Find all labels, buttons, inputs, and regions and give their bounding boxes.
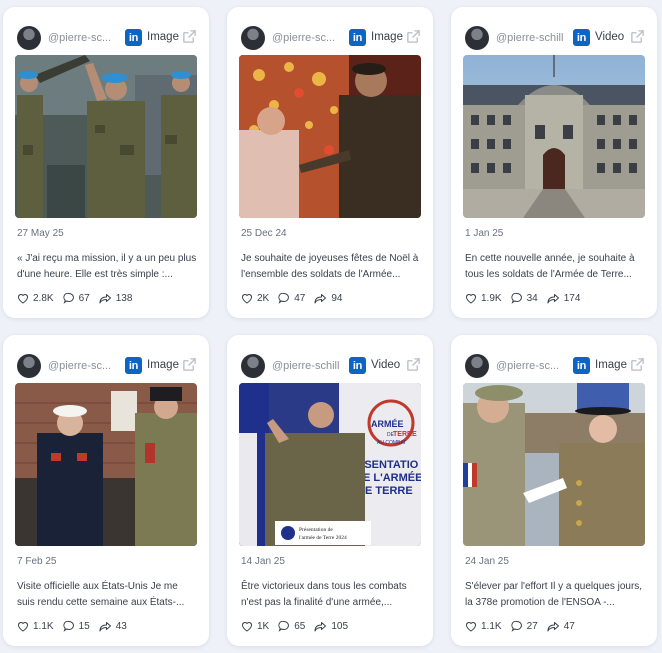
external-link-icon[interactable] bbox=[182, 29, 197, 44]
post-date: 1 Jan 25 bbox=[465, 228, 504, 239]
comment-bubble-icon bbox=[62, 620, 74, 632]
author-handle: @pierre-sc... bbox=[496, 360, 560, 372]
shares-count: 47 bbox=[563, 620, 575, 632]
comment-bubble-icon bbox=[278, 620, 290, 632]
heart-icon bbox=[17, 293, 29, 304]
post-card[interactable]: @pierre-sc... in Image 25 Dec 24 Je souh… bbox=[227, 7, 433, 318]
post-excerpt: Visite officielle aux États-Unis Je me s… bbox=[17, 581, 185, 608]
shares-count: 105 bbox=[331, 620, 349, 632]
video-caption-1: Présentation de bbox=[299, 527, 333, 533]
linkedin-icon: in bbox=[349, 29, 366, 46]
post-image[interactable] bbox=[239, 55, 421, 218]
avatar bbox=[17, 354, 41, 378]
shares-count: 43 bbox=[115, 620, 127, 632]
post-type-label: Image bbox=[147, 359, 179, 371]
comments-count: 34 bbox=[526, 292, 538, 304]
post-type-label: Video bbox=[371, 359, 401, 371]
linkedin-icon: in bbox=[573, 29, 590, 46]
post-date: 24 Jan 25 bbox=[465, 556, 509, 567]
author-handle: @pierre-schill bbox=[272, 360, 340, 372]
comments-count: 65 bbox=[294, 620, 306, 632]
comment-bubble-icon bbox=[62, 292, 74, 304]
linkedin-icon: in bbox=[349, 357, 366, 374]
heart-icon bbox=[241, 621, 253, 632]
post-excerpt: « J'ai reçu ma mission, il y a un peu pl… bbox=[17, 253, 197, 280]
avatar bbox=[241, 354, 265, 378]
post-date: 27 May 25 bbox=[17, 228, 64, 239]
post-date: 25 Dec 24 bbox=[241, 228, 287, 239]
post-date: 14 Jan 25 bbox=[241, 556, 285, 567]
heart-icon bbox=[241, 293, 253, 304]
share-arrow-icon bbox=[314, 293, 327, 303]
comments-count: 15 bbox=[78, 620, 90, 632]
heart-icon bbox=[465, 621, 477, 632]
banner-line-2: E L'ARMÉE bbox=[363, 471, 421, 484]
external-link-icon[interactable] bbox=[630, 29, 645, 44]
banner-line-1: ÉSENTATIO bbox=[357, 458, 419, 471]
share-arrow-icon bbox=[99, 293, 111, 303]
post-excerpt: Je souhaite de joyeuses fêtes de Noël à … bbox=[241, 253, 419, 280]
linkedin-icon: in bbox=[573, 357, 590, 374]
external-link-icon[interactable] bbox=[182, 357, 197, 372]
post-type-label: Image bbox=[147, 31, 179, 43]
comments-count: 67 bbox=[78, 292, 90, 304]
comment-bubble-icon bbox=[510, 292, 522, 304]
post-card[interactable]: @pierre-schill in Video ARMÉE DE TERRE A… bbox=[227, 335, 433, 646]
external-link-icon[interactable] bbox=[406, 357, 421, 372]
author-handle: @pierre-sc... bbox=[48, 32, 112, 44]
post-image[interactable] bbox=[463, 383, 645, 546]
heart-icon bbox=[465, 293, 477, 304]
shares-count: 174 bbox=[563, 292, 581, 304]
linkedin-icon: in bbox=[125, 357, 142, 374]
likes-count: 1.9K bbox=[481, 292, 502, 304]
logo-text-4: AU COMBAT bbox=[377, 440, 406, 446]
share-arrow-icon bbox=[547, 621, 559, 631]
post-excerpt: Être victorieux dans tous les combats n'… bbox=[241, 581, 407, 608]
post-date: 7 Feb 25 bbox=[17, 556, 57, 567]
post-type-label: Video bbox=[595, 31, 625, 43]
author-handle: @pierre-schill bbox=[496, 32, 564, 44]
comments-count: 27 bbox=[526, 620, 538, 632]
comments-count: 47 bbox=[294, 292, 306, 304]
avatar bbox=[465, 26, 489, 50]
share-arrow-icon bbox=[314, 621, 327, 631]
external-link-icon[interactable] bbox=[406, 29, 421, 44]
likes-count: 1.1K bbox=[481, 620, 502, 632]
linkedin-icon: in bbox=[125, 29, 142, 46]
post-image[interactable] bbox=[15, 55, 197, 218]
share-arrow-icon bbox=[547, 293, 559, 303]
post-card[interactable]: @pierre-sc... in Image 27 May 25 « J'ai … bbox=[3, 7, 209, 318]
author-handle: @pierre-sc... bbox=[272, 32, 336, 44]
post-card[interactable]: @pierre-schill in Video 1 Jan 25 En cett… bbox=[451, 7, 657, 318]
post-type-label: Image bbox=[595, 359, 627, 371]
avatar bbox=[241, 26, 265, 50]
post-card[interactable]: @pierre-sc... in Image 24 Jan 25 S'éleve… bbox=[451, 335, 657, 646]
post-image[interactable] bbox=[463, 55, 645, 218]
share-arrow-icon bbox=[99, 621, 111, 631]
comment-bubble-icon bbox=[278, 292, 290, 304]
comment-bubble-icon bbox=[510, 620, 522, 632]
author-handle: @pierre-sc... bbox=[48, 360, 112, 372]
shares-count: 138 bbox=[115, 292, 133, 304]
post-excerpt: S'élever par l'effort Il y a quelques jo… bbox=[465, 581, 643, 608]
logo-text-1: ARMÉE bbox=[371, 419, 404, 429]
likes-count: 2.8K bbox=[33, 292, 54, 304]
likes-count: 1K bbox=[257, 620, 270, 632]
logo-text-3: TERRE bbox=[393, 431, 417, 438]
post-type-label: Image bbox=[371, 31, 403, 43]
external-link-icon[interactable] bbox=[630, 357, 645, 372]
avatar bbox=[465, 354, 489, 378]
avatar bbox=[17, 26, 41, 50]
shares-count: 94 bbox=[331, 292, 343, 304]
video-caption-2: l'armée de Terre 2024 bbox=[299, 535, 347, 541]
post-card[interactable]: @pierre-sc... in Image 7 Feb 25 Visite o… bbox=[3, 335, 209, 646]
banner-line-3: E TERRE bbox=[365, 485, 413, 497]
heart-icon bbox=[17, 621, 29, 632]
post-image[interactable]: ARMÉE DE TERRE AU COMBAT ÉSENTATIO E L'A… bbox=[239, 383, 421, 546]
post-image[interactable] bbox=[15, 383, 197, 546]
likes-count: 1.1K bbox=[33, 620, 54, 632]
post-excerpt: En cette nouvelle année, je souhaite à t… bbox=[465, 253, 635, 280]
likes-count: 2K bbox=[257, 292, 270, 304]
